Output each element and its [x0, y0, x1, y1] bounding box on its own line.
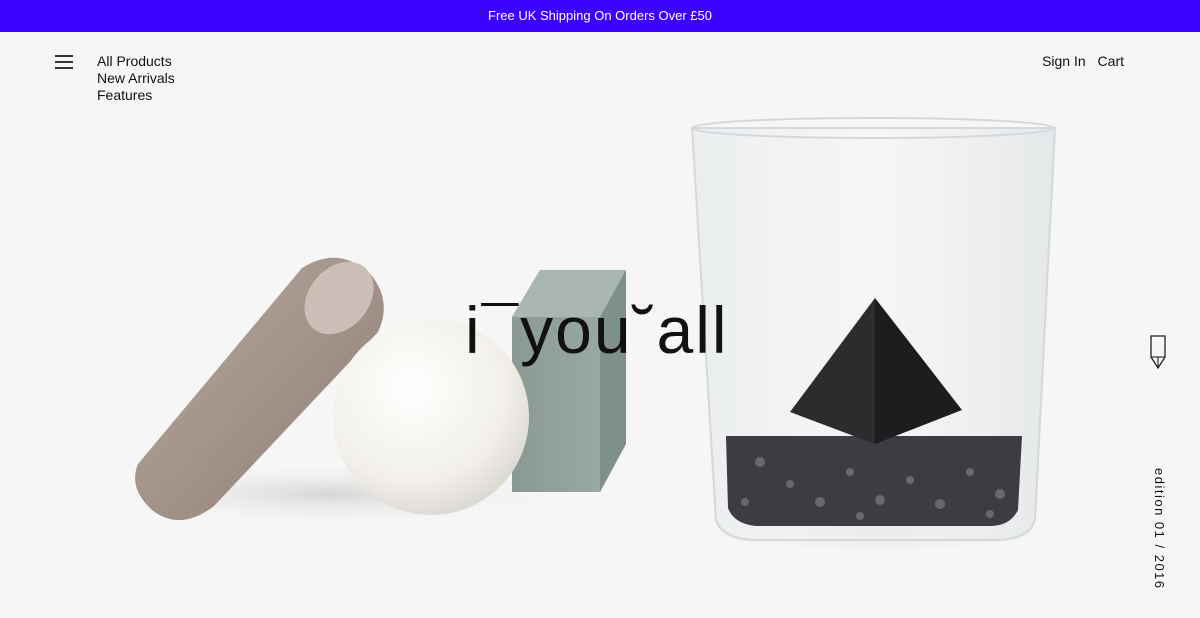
promo-text: Free UK Shipping On Orders Over £50 [488, 8, 712, 23]
pencil-icon [1150, 335, 1166, 374]
hero-image: i¯you˘all edition 01 / 2016 [0, 32, 1200, 613]
glass-tumbler [690, 117, 1057, 541]
promo-banner: Free UK Shipping On Orders Over £50 [0, 0, 1200, 32]
brand-logo: i¯you˘all [465, 293, 729, 367]
edition-label: edition 01 / 2016 [1152, 468, 1167, 590]
